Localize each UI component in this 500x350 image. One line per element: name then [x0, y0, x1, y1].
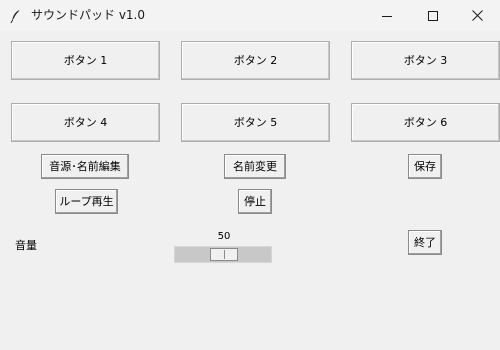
pad-button-3[interactable]: ボタン 3 — [351, 41, 500, 80]
slider-grip — [224, 250, 225, 259]
maximize-icon — [428, 10, 438, 21]
pad-button-4[interactable]: ボタン 4 — [11, 103, 160, 142]
save-button[interactable]: 保存 — [408, 154, 442, 179]
window-title: サウンドパッド v1.0 — [31, 8, 146, 22]
volume-slider-thumb[interactable] — [210, 248, 238, 261]
close-button[interactable] — [454, 0, 500, 31]
volume-value: 50 — [217, 231, 231, 242]
loop-play-button[interactable]: ループ再生 — [55, 189, 118, 214]
edit-source-name-button[interactable]: 音源･名前編集 — [41, 154, 129, 179]
stop-button[interactable]: 停止 — [238, 189, 272, 214]
rename-button[interactable]: 名前変更 — [224, 154, 286, 179]
minimize-icon — [382, 15, 392, 17]
minimize-button[interactable] — [364, 0, 410, 31]
pad-button-6[interactable]: ボタン 6 — [351, 103, 500, 142]
pad-button-5[interactable]: ボタン 5 — [181, 103, 330, 142]
maximize-button[interactable] — [410, 0, 456, 31]
volume-label: 音量 — [15, 239, 37, 252]
title-bar[interactable]: サウンドパッド v1.0 — [0, 0, 500, 31]
quit-button[interactable]: 終了 — [408, 230, 442, 255]
pad-button-1[interactable]: ボタン 1 — [11, 41, 160, 80]
volume-slider[interactable] — [174, 246, 272, 263]
pad-button-2[interactable]: ボタン 2 — [181, 41, 330, 80]
feather-icon — [9, 8, 23, 24]
close-icon — [471, 10, 483, 21]
